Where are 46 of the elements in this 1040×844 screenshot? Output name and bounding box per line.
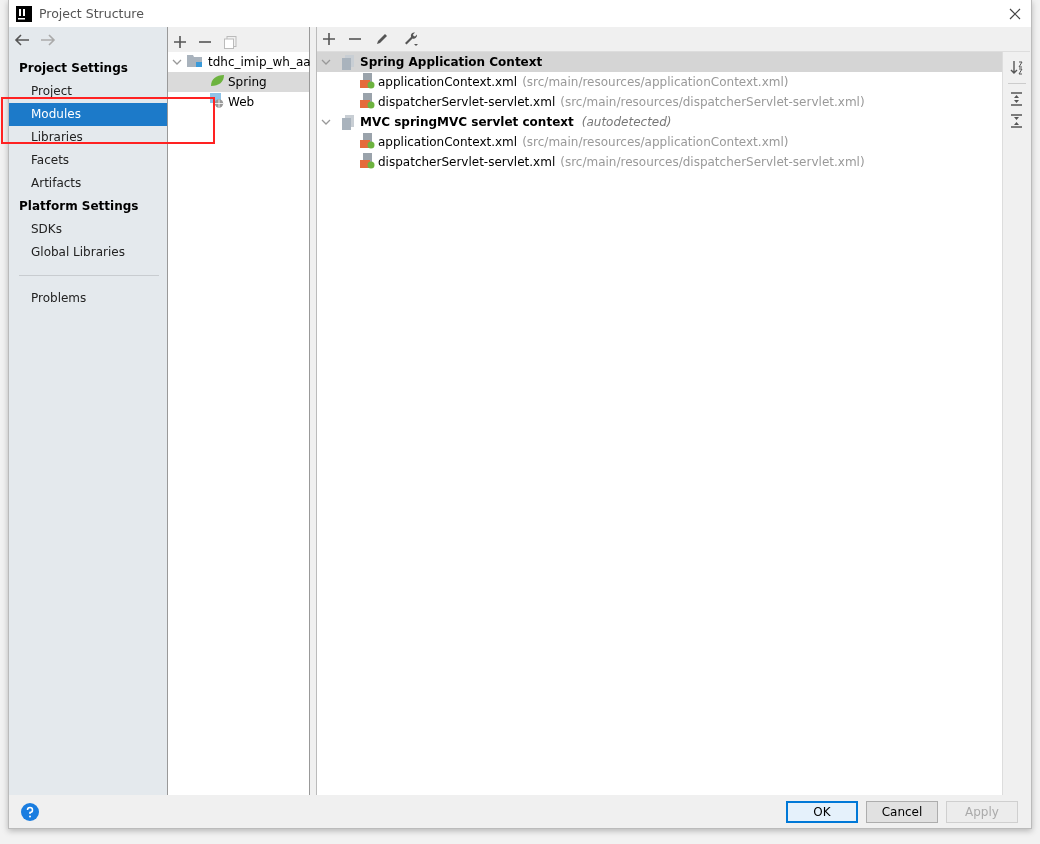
documents-icon [341,114,355,130]
pencil-icon[interactable] [375,32,389,46]
tree-item-label: Spring [228,75,267,89]
file-path: (src/main/resources/dispatcherServlet-servlet.xml) [560,155,865,169]
context-row[interactable]: Spring Application Context [317,52,1002,72]
add-icon[interactable] [323,33,335,45]
window-title: Project Structure [39,6,144,21]
add-icon[interactable] [174,36,186,48]
expand-all-icon[interactable] [1010,92,1023,106]
sidebar-item[interactable]: Global Libraries [9,241,167,264]
help-icon[interactable] [21,802,39,821]
file-name[interactable]: applicationContext.xml [378,135,518,149]
file-path: (src/main/resources/applicationContext.xml) [522,75,789,89]
file-path: (src/main/resources/applicationContext.xml) [522,135,789,149]
close-icon[interactable] [1009,7,1021,20]
sidebar-item[interactable]: SDKs [9,218,167,241]
context-title: Spring Application Context [360,55,543,69]
back-arrow-icon[interactable] [14,33,30,47]
file-path: (src/main/resources/dispatcherServlet-servlet.xml) [560,95,865,109]
collapse-all-icon[interactable] [1010,114,1023,128]
sidebar-item[interactable]: Modules [9,103,167,126]
file-name[interactable]: dispatcherServlet-servlet.xml [378,155,556,169]
tree-row[interactable]: Web [168,92,309,112]
context-title: MVC springMVC servlet context [360,115,574,129]
context-row[interactable]: MVC springMVC servlet context (autodetected) [317,112,1002,132]
file-name[interactable]: applicationContext.xml [378,75,518,89]
tree-row[interactable]: Spring [168,72,309,92]
section-heading: Project Settings [18,60,129,77]
sidebar-item[interactable]: Facets [9,149,167,172]
context-note: (autodetected) [581,115,672,129]
tree-item-label: Web [228,95,255,109]
section-heading: Platform Settings [18,198,140,215]
tree-item[interactable]: tdhc_imip_wh_aa [208,55,311,69]
sidebar-item[interactable]: Libraries [9,126,167,149]
documents-icon [341,54,355,70]
wrench-icon[interactable] [403,31,419,47]
chevron-icon[interactable] [321,118,331,126]
sidebar-item[interactable]: Artifacts [9,172,167,195]
file-name[interactable]: dispatcherServlet-servlet.xml [378,95,556,109]
sort-alphabetical-icon[interactable] [1009,60,1024,75]
dialog-button[interactable]: OK [786,800,858,823]
globe-icon [210,93,225,111]
sidebar-item[interactable]: Problems [9,287,167,310]
app-logo-icon [16,5,32,22]
sidebar-item[interactable]: Project [9,80,167,103]
dialog-button[interactable]: Cancel [866,800,938,823]
